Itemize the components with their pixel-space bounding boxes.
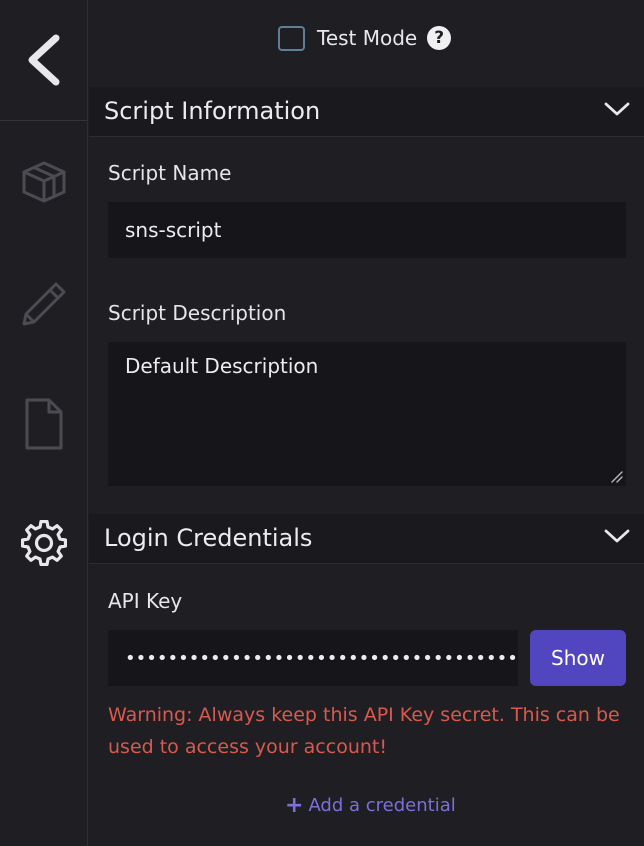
gear-icon [20, 520, 67, 566]
plus-icon: + [285, 793, 304, 818]
sidebar [0, 0, 88, 846]
script-name-value: sns-script [125, 218, 222, 242]
script-description-textarea[interactable]: Default Description [108, 342, 626, 486]
sidebar-item-settings[interactable] [0, 503, 87, 583]
pencil-icon [22, 282, 65, 326]
test-mode-row: Test Mode ? [278, 22, 452, 54]
resize-grip-icon[interactable] [609, 469, 623, 483]
test-mode-label: Test Mode [317, 26, 418, 50]
chevron-down-icon [604, 529, 630, 543]
script-information-header[interactable]: Script Information [89, 87, 644, 137]
add-credential-link[interactable]: + Add a credential [285, 793, 456, 818]
sidebar-item-edit[interactable] [0, 264, 87, 344]
api-key-warning: Warning: Always keep this API Key secret… [108, 704, 620, 758]
script-description-value: Default Description [125, 354, 319, 378]
cube-icon [22, 161, 65, 203]
api-key-input[interactable]: •••••••••••••••••••••••••••••••••••••••• [108, 630, 518, 686]
api-key-label: API Key [108, 589, 183, 613]
file-icon [25, 398, 62, 450]
question-circle-icon[interactable]: ? [427, 26, 452, 50]
chevron-left-icon [28, 34, 59, 86]
show-api-key-button[interactable]: Show [530, 630, 626, 686]
main-panel: Test Mode ? Script Information Script Na… [89, 0, 644, 846]
script-name-label: Script Name [108, 161, 232, 185]
sidebar-item-file[interactable] [0, 384, 87, 464]
back-button[interactable] [0, 0, 87, 121]
chevron-down-icon [604, 102, 630, 116]
section-title: Script Information [104, 97, 321, 125]
login-credentials-header[interactable]: Login Credentials [89, 514, 644, 564]
api-key-value: •••••••••••••••••••••••••••••••••••••••• [125, 647, 518, 669]
app-window: Test Mode ? Script Information Script Na… [0, 0, 644, 846]
test-mode-checkbox[interactable] [278, 25, 305, 51]
script-name-input[interactable]: sns-script [108, 202, 626, 258]
script-description-label: Script Description [108, 301, 287, 325]
sidebar-item-module[interactable] [0, 142, 87, 222]
add-credential-label: Add a credential [308, 795, 456, 816]
section-title: Login Credentials [104, 524, 313, 552]
